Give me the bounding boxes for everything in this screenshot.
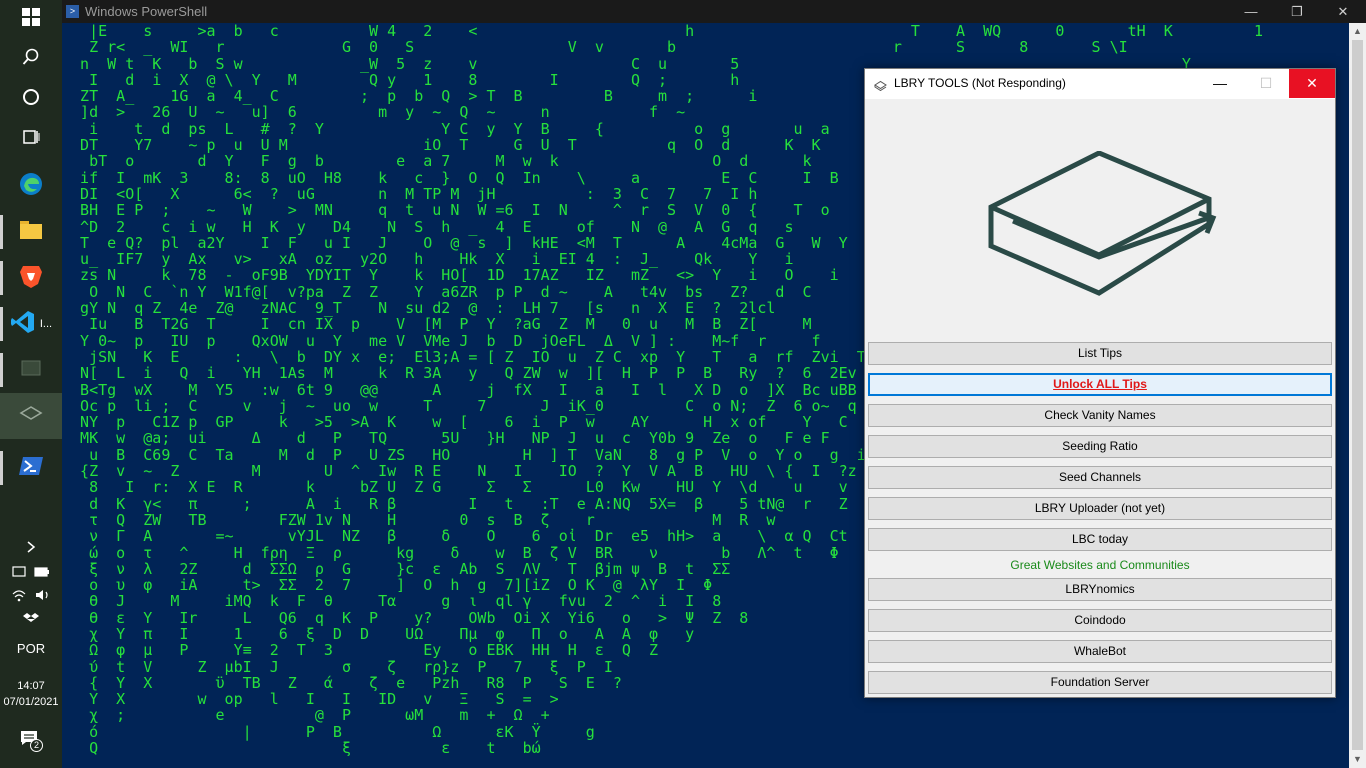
task-view-button[interactable]	[0, 120, 62, 160]
whalebot-button[interactable]: WhaleBot	[868, 640, 1332, 663]
task-view-icon	[22, 128, 40, 152]
scrollbar-thumb[interactable]	[1352, 40, 1363, 750]
search-icon	[22, 48, 40, 72]
clock[interactable]: 14:07 07/01/2021	[0, 678, 62, 710]
notification-icon: 2	[20, 730, 43, 752]
brave-lion-icon	[19, 263, 43, 294]
language-label: POR	[16, 640, 46, 656]
app-taskbar-button[interactable]	[0, 347, 62, 393]
input-language-indicator[interactable]: POR	[0, 638, 62, 658]
lbry-uploader-button[interactable]: LBRY Uploader (not yet)	[868, 497, 1332, 520]
powershell-restore-button[interactable]: ❐	[1274, 0, 1320, 23]
powershell-icon	[19, 455, 43, 482]
matrix-row: |E s >a b c W 4 2 < h T A WQ 0 tH K 1	[62, 23, 1264, 40]
lbry-window-title: LBRY TOOLS (Not Responding)	[894, 76, 1066, 90]
windows-logo-icon	[22, 8, 40, 32]
dropbox-tray-button[interactable]	[0, 610, 62, 630]
clock-date: 07/01/2021	[3, 696, 59, 708]
lbry-close-button[interactable]: ✕	[1289, 69, 1335, 98]
dropbox-icon	[23, 612, 39, 629]
seed-channels-button[interactable]: Seed Channels	[868, 466, 1332, 489]
lbry-logo-icon	[18, 404, 44, 429]
vscode-icon	[10, 309, 36, 340]
lbry-title-bar[interactable]: LBRY TOOLS (Not Responding) — ☐ ✕	[865, 69, 1335, 99]
lbrynomics-button[interactable]: LBRYnomics	[868, 578, 1332, 601]
battery-icon[interactable]	[34, 565, 50, 580]
unlock-all-tips-label: Unlock ALL Tips	[1053, 377, 1147, 391]
check-vanity-names-button[interactable]: Check Vanity Names	[868, 404, 1332, 427]
meet-now-icon[interactable]	[12, 564, 26, 581]
list-tips-button[interactable]: List Tips	[868, 342, 1332, 365]
lbry-minimize-button[interactable]: —	[1197, 69, 1243, 98]
foundation-server-button[interactable]: Foundation Server	[868, 671, 1332, 694]
unlock-all-tips-button[interactable]: Unlock ALL Tips	[868, 373, 1332, 396]
powershell-title: Windows PowerShell	[85, 4, 208, 19]
edge-icon	[18, 171, 44, 202]
tray-icons-row-2	[0, 586, 62, 606]
tray-icons-row-1	[0, 562, 62, 582]
powershell-taskbar-button[interactable]	[0, 445, 62, 491]
chevron-up-icon	[26, 540, 36, 557]
scroll-down-arrow-icon[interactable]: ▼	[1349, 751, 1366, 768]
lbry-app-icon	[874, 78, 887, 92]
vscode-window-label: I...	[39, 318, 53, 330]
lbry-tools-taskbar-button[interactable]	[0, 393, 62, 439]
edge-taskbar-button[interactable]	[0, 163, 62, 209]
lbry-maximize-button[interactable]: ☐	[1243, 69, 1289, 98]
vscode-taskbar-button[interactable]: I...	[0, 301, 62, 347]
matrix-row: ό | P B Ω εK Ÿ g	[62, 722, 613, 741]
lbc-today-button[interactable]: LBC today	[868, 528, 1332, 551]
matrix-row: Z r< _ WI r G 0 S V v b r S 8 S \I	[62, 38, 1200, 57]
clock-time: 14:07	[17, 680, 45, 692]
wifi-icon[interactable]	[11, 588, 27, 605]
brave-taskbar-button[interactable]	[0, 255, 62, 301]
powershell-scrollbar[interactable]: ▲ ▼	[1349, 23, 1366, 768]
app-icon	[20, 359, 42, 382]
powershell-title-icon: >	[66, 5, 79, 18]
powershell-minimize-button[interactable]: —	[1228, 0, 1274, 23]
cortana-circle-icon	[22, 88, 40, 112]
powershell-close-button[interactable]: ✕	[1320, 0, 1366, 23]
matrix-row: Q ξ ε t bώ	[62, 739, 559, 758]
lbry-tools-window: LBRY TOOLS (Not Responding) — ☐ ✕ List T…	[864, 68, 1336, 698]
volume-icon[interactable]	[35, 588, 51, 605]
file-explorer-taskbar-button[interactable]	[0, 209, 62, 255]
taskbar: I... POR 14:07 07/01/2021 2	[0, 0, 62, 768]
websites-section-label: Great Websites and Communities	[1010, 558, 1190, 572]
show-hidden-icons-button[interactable]	[0, 538, 62, 558]
coindodo-button[interactable]: Coindodo	[868, 609, 1332, 632]
search-button[interactable]	[0, 40, 62, 80]
action-center-button[interactable]: 2	[0, 728, 62, 752]
seeding-ratio-button[interactable]: Seeding Ratio	[868, 435, 1332, 458]
scroll-up-arrow-icon[interactable]: ▲	[1349, 23, 1366, 40]
matrix-row: χ ; e @ Ρ ωM m + Ω +	[62, 706, 577, 725]
cortana-button[interactable]	[0, 80, 62, 120]
folder-icon	[18, 218, 44, 247]
powershell-title-bar[interactable]: > Windows PowerShell — ❐ ✕	[62, 0, 1366, 23]
start-button[interactable]	[0, 0, 62, 40]
notification-count-badge: 2	[30, 739, 43, 752]
lbry-logo-icon	[988, 151, 1217, 296]
